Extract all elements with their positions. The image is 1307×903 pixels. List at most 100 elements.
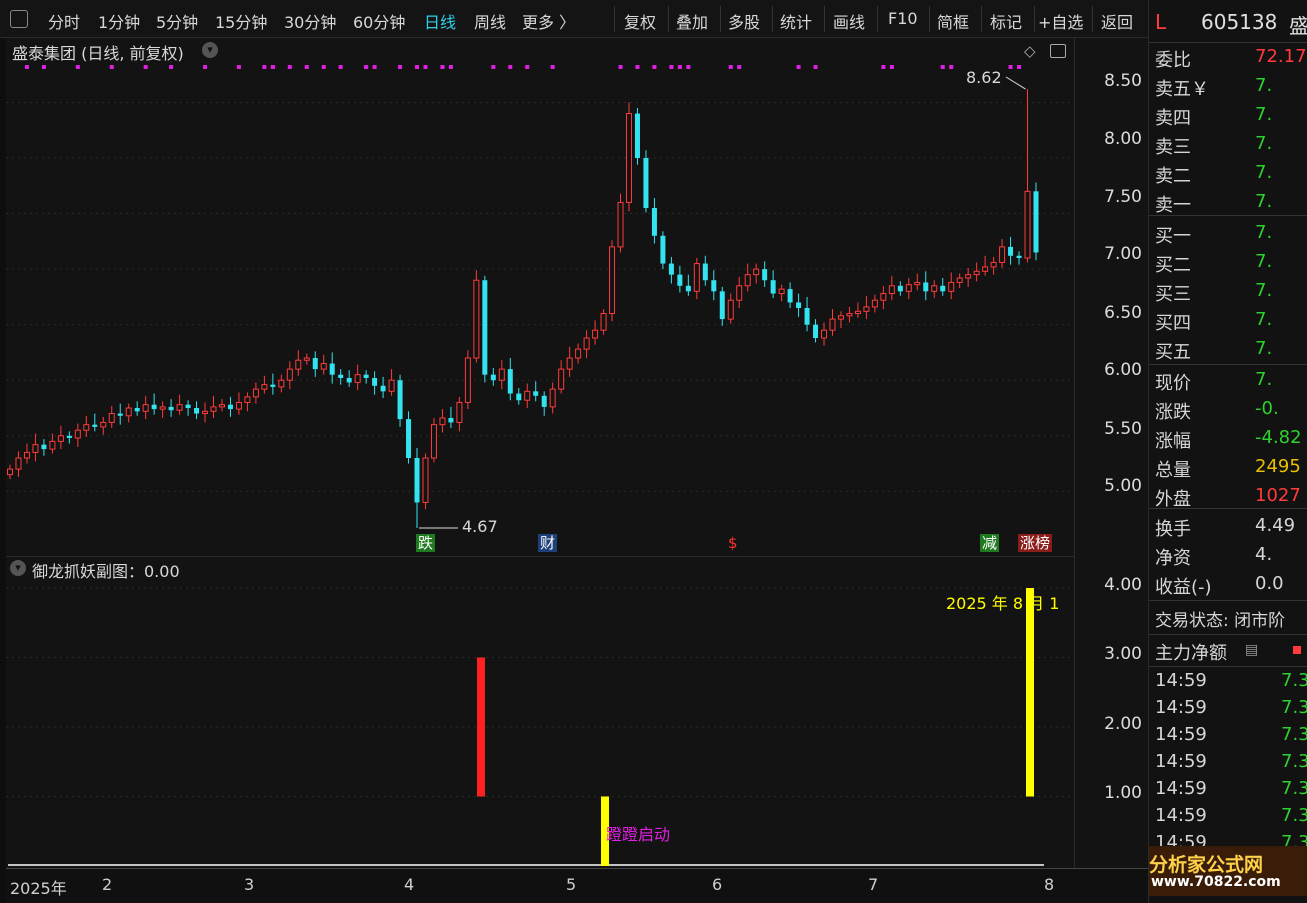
button-mark[interactable]: 标记 <box>990 9 1022 33</box>
candle[interactable] <box>533 381 539 402</box>
candle[interactable] <box>270 373 276 395</box>
candle[interactable] <box>609 240 616 322</box>
tab-5min[interactable]: 5分钟 <box>156 9 198 33</box>
candle[interactable] <box>813 319 819 343</box>
candle[interactable] <box>1016 251 1022 265</box>
candle[interactable] <box>490 368 496 386</box>
candle[interactable] <box>829 309 836 336</box>
candle[interactable] <box>592 320 599 345</box>
badge-fall[interactable]: 跌 <box>416 534 436 552</box>
candle[interactable] <box>397 374 403 427</box>
candle[interactable] <box>448 406 454 428</box>
candle[interactable] <box>744 263 751 292</box>
candle[interactable] <box>643 150 649 213</box>
candle[interactable] <box>854 302 861 318</box>
candle[interactable] <box>931 280 938 298</box>
tab-more[interactable]: 更多 〉 <box>522 9 575 33</box>
badge-top-list[interactable]: 涨榜 <box>1018 534 1053 552</box>
candle[interactable] <box>711 270 717 301</box>
button-draw[interactable]: 画线 <box>833 9 865 33</box>
tab-daily[interactable]: 日线 <box>424 9 456 33</box>
candle[interactable] <box>837 311 844 328</box>
candle[interactable] <box>668 256 674 284</box>
candle[interactable] <box>897 281 903 296</box>
candle[interactable] <box>372 371 378 395</box>
candle[interactable] <box>727 293 734 324</box>
diamond-icon[interactable]: ◇ <box>1024 42 1036 60</box>
candle[interactable] <box>558 360 565 394</box>
candle[interactable] <box>49 433 56 454</box>
candle[interactable] <box>736 276 743 308</box>
candle[interactable] <box>1033 182 1039 261</box>
candle[interactable] <box>549 382 556 414</box>
button-simple-frame[interactable]: 简框 <box>937 9 969 33</box>
candle[interactable] <box>210 395 217 418</box>
candle[interactable] <box>244 392 251 412</box>
candle[interactable] <box>982 255 989 276</box>
candle[interactable] <box>702 255 708 286</box>
candle[interactable] <box>456 396 463 432</box>
chevron-down-icon[interactable]: ▾ <box>10 560 26 576</box>
candle[interactable] <box>23 443 30 464</box>
badge-finance[interactable]: 财 <box>538 534 558 552</box>
candle[interactable] <box>92 413 98 432</box>
candle[interactable] <box>863 295 870 320</box>
candle[interactable] <box>388 369 395 396</box>
indicator-pane[interactable]: ▾ 御龙抓妖副图：0.00 蹬蹬启动 2025 年 8 月 1 <box>6 556 1074 868</box>
candle[interactable] <box>32 433 39 462</box>
panel-toggle-icon[interactable] <box>1050 44 1066 58</box>
button-fuquan[interactable]: 复权 <box>624 9 656 33</box>
candle[interactable] <box>516 388 522 405</box>
candle[interactable] <box>235 392 242 415</box>
candle[interactable] <box>176 394 183 415</box>
candle[interactable] <box>787 282 793 308</box>
candle[interactable] <box>600 309 607 335</box>
candle[interactable] <box>430 418 437 463</box>
candle[interactable] <box>227 396 233 417</box>
tab-weekly[interactable]: 周线 <box>474 9 506 33</box>
button-multi-stock[interactable]: 多股 <box>728 9 760 33</box>
candlestick-chart[interactable] <box>6 38 1074 556</box>
candle[interactable] <box>278 374 285 393</box>
candle[interactable] <box>753 263 760 284</box>
button-overlay[interactable]: 叠加 <box>676 9 708 33</box>
candle[interactable] <box>999 239 1006 268</box>
candle[interactable] <box>905 278 912 300</box>
candle[interactable] <box>914 273 921 291</box>
candle[interactable] <box>566 346 573 377</box>
candle[interactable] <box>159 401 166 418</box>
candle[interactable] <box>677 265 683 293</box>
button-f10[interactable]: F10 <box>888 9 918 28</box>
candle[interactable] <box>406 411 412 464</box>
candle[interactable] <box>583 330 590 358</box>
candle[interactable] <box>7 464 13 480</box>
candle[interactable] <box>312 351 318 377</box>
candle[interactable] <box>625 102 632 212</box>
indicator-chart[interactable] <box>6 557 1074 869</box>
candle[interactable] <box>320 354 327 375</box>
tab-fenshi[interactable]: 分时 <box>48 9 80 33</box>
list-icon[interactable]: ▤ <box>1245 642 1258 658</box>
candle[interactable] <box>142 395 149 420</box>
candle[interactable] <box>83 415 90 437</box>
candle[interactable] <box>762 261 768 287</box>
candle[interactable] <box>693 258 700 300</box>
candle[interactable] <box>252 382 259 404</box>
candle[interactable] <box>41 439 47 456</box>
candle[interactable] <box>295 350 302 376</box>
candle[interactable] <box>575 343 582 364</box>
candle[interactable] <box>125 403 132 423</box>
candle[interactable] <box>151 393 157 415</box>
candle[interactable] <box>464 350 471 410</box>
candle[interactable] <box>660 231 666 270</box>
candle[interactable] <box>57 425 64 450</box>
button-stats[interactable]: 统计 <box>780 9 812 33</box>
candle[interactable] <box>821 322 828 346</box>
candle[interactable] <box>956 273 963 288</box>
candle[interactable] <box>846 306 853 323</box>
candle[interactable] <box>498 360 505 390</box>
candle[interactable] <box>185 400 191 416</box>
candle[interactable] <box>414 448 420 528</box>
candle[interactable] <box>108 405 115 428</box>
candle[interactable] <box>880 285 887 310</box>
